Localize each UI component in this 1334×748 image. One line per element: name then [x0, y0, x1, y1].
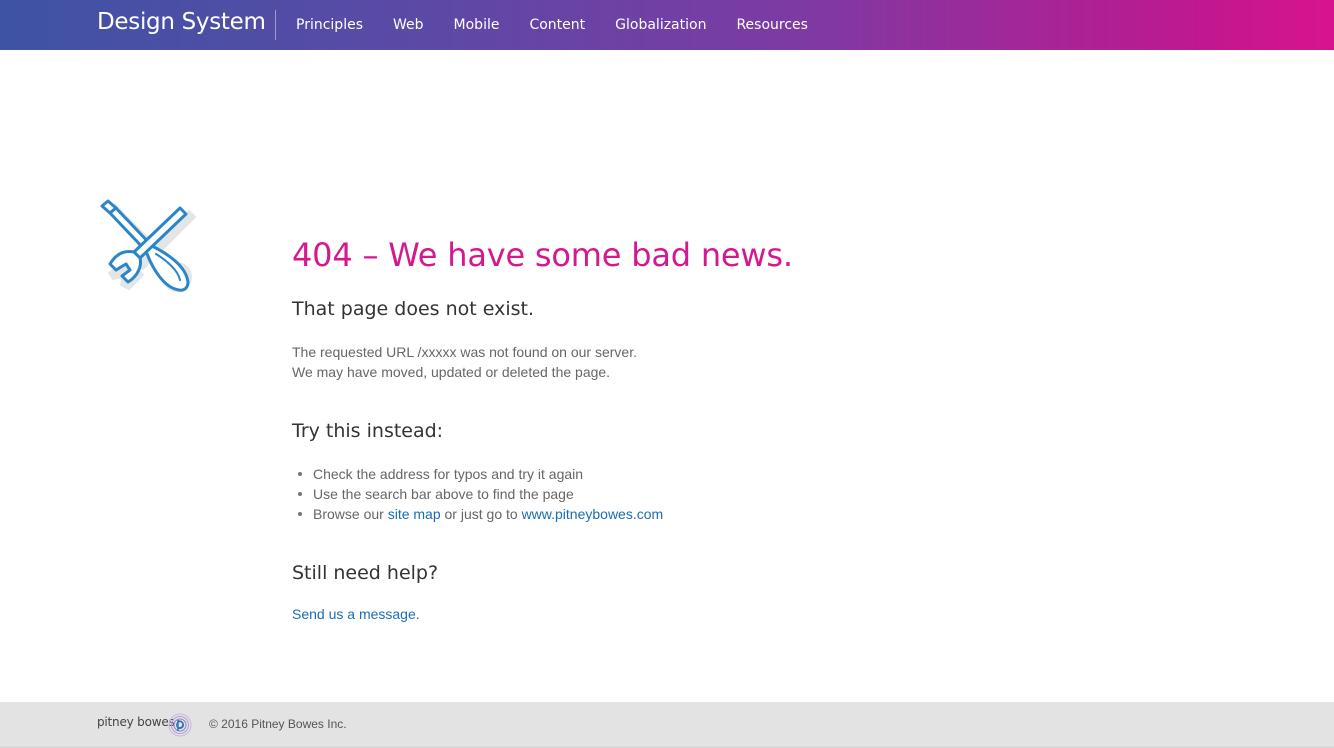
- pitneybowes-link[interactable]: www.pitneybowes.com: [522, 506, 664, 522]
- page-title: 404 – We have some bad news.: [292, 236, 793, 274]
- brand-title[interactable]: Design System: [97, 9, 266, 35]
- nav-principles[interactable]: Principles: [296, 17, 363, 33]
- footer: pitney bowes © 2016 Pitney Bowes Inc.: [0, 702, 1334, 746]
- tip3-prefix: Browse our: [313, 506, 388, 522]
- still-need-help-heading: Still need help?: [292, 562, 439, 584]
- not-exist-heading: That page does not exist.: [292, 298, 535, 320]
- nav-web[interactable]: Web: [393, 17, 424, 33]
- error-description: The requested URL /xxxxx was not found o…: [292, 342, 637, 382]
- brand-divider: [275, 10, 276, 40]
- nav-globalization[interactable]: Globalization: [615, 17, 706, 33]
- send-message-link[interactable]: Send us a message.: [292, 606, 420, 622]
- copyright-text: © 2016 Pitney Bowes Inc.: [209, 717, 347, 731]
- site-map-link[interactable]: site map: [388, 506, 441, 522]
- main-nav: Principles Web Mobile Content Globalizat…: [296, 0, 838, 50]
- tools-icon: [94, 196, 202, 300]
- tip3-middle: or just go to: [440, 506, 522, 522]
- nav-resources[interactable]: Resources: [736, 17, 808, 33]
- list-item: Check the address for typos and try it a…: [292, 464, 663, 484]
- top-navigation-bar: Design System Principles Web Mobile Cont…: [0, 0, 1334, 50]
- try-instead-heading: Try this instead:: [292, 420, 444, 442]
- pitney-bowes-logo[interactable]: pitney bowes: [97, 715, 175, 729]
- description-line-1: The requested URL /xxxxx was not found o…: [292, 344, 637, 360]
- nav-content[interactable]: Content: [529, 17, 585, 33]
- nav-mobile[interactable]: Mobile: [454, 17, 500, 33]
- suggestion-list: Check the address for typos and try it a…: [292, 464, 663, 524]
- pitney-bowes-mark-icon: [168, 713, 192, 737]
- error-content: 404 – We have some bad news. That page d…: [292, 236, 992, 622]
- list-item: Use the search bar above to find the pag…: [292, 484, 663, 504]
- list-item: Browse our site map or just go to www.pi…: [292, 504, 663, 524]
- description-line-2: We may have moved, updated or deleted th…: [292, 364, 611, 380]
